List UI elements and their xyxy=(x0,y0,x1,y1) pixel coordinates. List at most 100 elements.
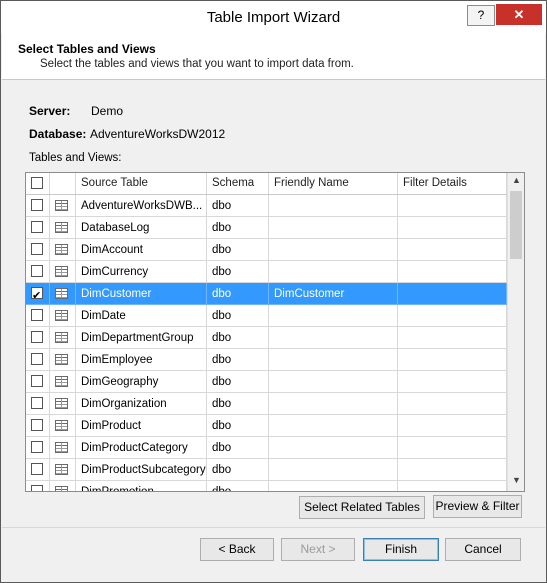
filter-details-cell[interactable] xyxy=(398,481,507,491)
table-row[interactable]: DimCurrency dbo xyxy=(26,261,507,283)
row-checkbox[interactable] xyxy=(31,265,43,277)
schema-cell[interactable]: dbo xyxy=(207,481,269,491)
filter-details-cell[interactable] xyxy=(398,305,507,327)
friendly-name-cell[interactable] xyxy=(269,393,398,415)
scroll-down-arrow-icon[interactable]: ▼ xyxy=(508,475,524,489)
row-checkbox[interactable] xyxy=(31,419,43,431)
filter-details-cell[interactable] xyxy=(398,239,507,261)
column-header-filter-details[interactable]: Filter Details xyxy=(398,173,507,194)
row-checkbox[interactable] xyxy=(31,309,43,321)
row-checkbox[interactable] xyxy=(31,485,43,491)
friendly-name-cell[interactable] xyxy=(269,195,398,217)
filter-details-cell[interactable] xyxy=(398,261,507,283)
schema-cell[interactable]: dbo xyxy=(207,437,269,459)
friendly-name-cell[interactable] xyxy=(269,371,398,393)
finish-button[interactable]: Finish xyxy=(363,538,439,561)
table-row[interactable]: DimProductSubcategory dbo xyxy=(26,459,507,481)
friendly-name-cell[interactable] xyxy=(269,349,398,371)
source-table-cell[interactable]: DimEmployee xyxy=(76,349,207,371)
row-checkbox[interactable] xyxy=(31,441,43,453)
table-row[interactable]: DimAccount dbo xyxy=(26,239,507,261)
source-table-cell[interactable]: DimDepartmentGroup xyxy=(76,327,207,349)
schema-cell[interactable]: dbo xyxy=(207,305,269,327)
friendly-name-cell[interactable] xyxy=(269,415,398,437)
schema-cell[interactable]: dbo xyxy=(207,195,269,217)
source-table-cell[interactable]: DimGeography xyxy=(76,371,207,393)
select-all-checkbox[interactable] xyxy=(31,177,43,189)
filter-details-cell[interactable] xyxy=(398,459,507,481)
filter-details-cell[interactable] xyxy=(398,437,507,459)
friendly-name-cell[interactable] xyxy=(269,459,398,481)
table-row[interactable]: DimDate dbo xyxy=(26,305,507,327)
friendly-name-cell[interactable] xyxy=(269,437,398,459)
schema-cell[interactable]: dbo xyxy=(207,239,269,261)
friendly-name-cell[interactable] xyxy=(269,481,398,491)
filter-details-cell[interactable] xyxy=(398,327,507,349)
close-button[interactable]: ✕ xyxy=(496,4,542,25)
filter-details-cell[interactable] xyxy=(398,217,507,239)
table-row[interactable]: AdventureWorksDWB... dbo xyxy=(26,195,507,217)
friendly-name-cell[interactable] xyxy=(269,305,398,327)
table-row[interactable]: DimPromotion dbo xyxy=(26,481,507,491)
friendly-name-cell[interactable] xyxy=(269,217,398,239)
filter-details-cell[interactable] xyxy=(398,283,507,305)
filter-details-cell[interactable] xyxy=(398,195,507,217)
row-checkbox[interactable] xyxy=(31,285,43,304)
column-header-schema[interactable]: Schema xyxy=(207,173,269,194)
column-header-source-table[interactable]: Source Table xyxy=(76,173,207,194)
filter-details-cell[interactable] xyxy=(398,371,507,393)
schema-cell[interactable]: dbo xyxy=(207,415,269,437)
preview-filter-button[interactable]: Preview & Filter xyxy=(433,495,522,518)
schema-cell[interactable]: dbo xyxy=(207,393,269,415)
source-table-cell[interactable]: DimOrganization xyxy=(76,393,207,415)
tables-grid[interactable]: Source Table Schema Friendly Name Filter… xyxy=(25,172,525,492)
table-row[interactable]: DatabaseLog dbo xyxy=(26,217,507,239)
filter-details-cell[interactable] xyxy=(398,415,507,437)
source-table-cell[interactable]: DatabaseLog xyxy=(76,217,207,239)
source-table-cell[interactable]: DimCustomer xyxy=(76,283,207,305)
schema-cell[interactable]: dbo xyxy=(207,371,269,393)
filter-details-cell[interactable] xyxy=(398,393,507,415)
schema-cell[interactable]: dbo xyxy=(207,349,269,371)
source-table-cell[interactable]: DimProductSubcategory xyxy=(76,459,207,481)
source-table-cell[interactable]: DimProduct xyxy=(76,415,207,437)
row-checkbox[interactable] xyxy=(31,463,43,475)
schema-cell[interactable]: dbo xyxy=(207,459,269,481)
scroll-thumb[interactable] xyxy=(510,191,522,259)
source-table-cell[interactable]: DimPromotion xyxy=(76,481,207,491)
row-checkbox[interactable] xyxy=(31,353,43,365)
help-button[interactable]: ? xyxy=(467,5,495,26)
back-button[interactable]: < Back xyxy=(200,538,274,561)
table-row[interactable]: DimGeography dbo xyxy=(26,371,507,393)
table-row[interactable]: DimProductCategory dbo xyxy=(26,437,507,459)
source-table-cell[interactable]: DimDate xyxy=(76,305,207,327)
cancel-button[interactable]: Cancel xyxy=(445,538,521,561)
source-table-cell[interactable]: AdventureWorksDWB... xyxy=(76,195,207,217)
friendly-name-cell[interactable]: DimCustomer xyxy=(269,283,398,305)
table-row[interactable]: DimOrganization dbo xyxy=(26,393,507,415)
row-checkbox[interactable] xyxy=(31,221,43,233)
friendly-name-cell[interactable] xyxy=(269,239,398,261)
column-header-friendly-name[interactable]: Friendly Name xyxy=(269,173,398,194)
schema-cell[interactable]: dbo xyxy=(207,283,269,305)
vertical-scrollbar[interactable]: ▲ ▼ xyxy=(507,173,524,491)
source-table-cell[interactable]: DimCurrency xyxy=(76,261,207,283)
source-table-cell[interactable]: DimAccount xyxy=(76,239,207,261)
friendly-name-cell[interactable] xyxy=(269,261,398,283)
table-row[interactable]: DimEmployee dbo xyxy=(26,349,507,371)
schema-cell[interactable]: dbo xyxy=(207,217,269,239)
row-checkbox[interactable] xyxy=(31,243,43,255)
schema-cell[interactable]: dbo xyxy=(207,261,269,283)
select-related-tables-button[interactable]: Select Related Tables xyxy=(299,496,425,519)
filter-details-cell[interactable] xyxy=(398,349,507,371)
row-checkbox[interactable] xyxy=(31,331,43,343)
row-checkbox[interactable] xyxy=(31,199,43,211)
row-checkbox[interactable] xyxy=(31,375,43,387)
table-row[interactable]: DimProduct dbo xyxy=(26,415,507,437)
table-row[interactable]: DimCustomerdboDimCustomer xyxy=(26,283,507,305)
schema-cell[interactable]: dbo xyxy=(207,327,269,349)
friendly-name-cell[interactable] xyxy=(269,327,398,349)
table-row[interactable]: DimDepartmentGroup dbo xyxy=(26,327,507,349)
source-table-cell[interactable]: DimProductCategory xyxy=(76,437,207,459)
row-checkbox[interactable] xyxy=(31,397,43,409)
